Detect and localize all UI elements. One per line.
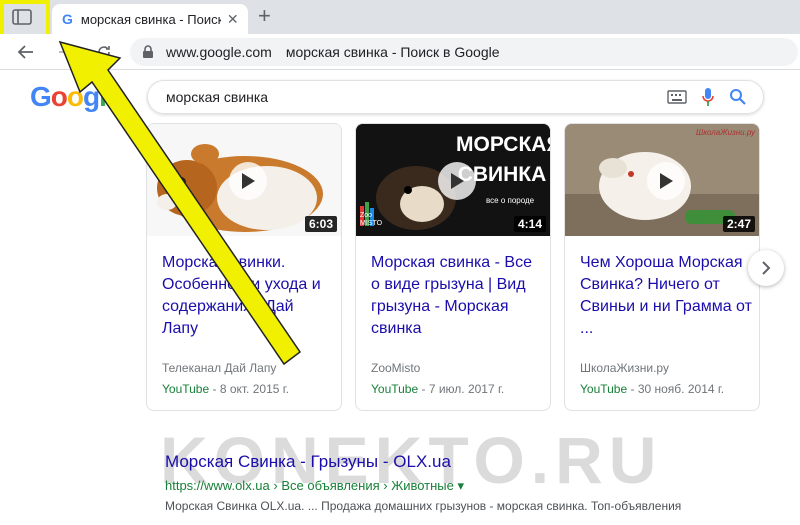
video-card[interactable]: МОРСКАЯ СВИНКА все о породе Zoo MISTO 4:… <box>355 123 551 411</box>
play-icon <box>660 173 673 189</box>
result-snippet: Морская Свинка OLX.ua. ... Продажа домаш… <box>165 499 682 513</box>
video-date: - 30 нояб. 2014 г. <box>627 382 725 396</box>
video-meta: YouTube - 7 июл. 2017 г. <box>371 382 504 396</box>
address-domain: www.google.com <box>166 44 272 60</box>
back-button[interactable] <box>14 40 38 64</box>
forward-button[interactable] <box>54 40 78 64</box>
play-button[interactable] <box>647 162 685 200</box>
video-channel: Телеканал Дай Лапу <box>162 361 277 375</box>
google-header: Google морская свинка <box>0 71 800 123</box>
video-thumbnail[interactable]: МОРСКАЯ СВИНКА все о породе Zoo MISTO 4:… <box>356 124 550 236</box>
logo-letter: o <box>66 81 84 112</box>
tab-bar: G морская свинка - Поиск в Google ✕ + <box>0 0 800 34</box>
play-button[interactable] <box>229 162 267 200</box>
logo-letter: o <box>50 81 68 112</box>
logo-letter: e <box>105 81 122 112</box>
reload-button[interactable] <box>92 40 116 64</box>
video-source: YouTube <box>371 382 419 396</box>
keyboard-icon[interactable] <box>667 90 687 104</box>
thumbnail-logo-text: Zoo MISTO <box>360 212 383 227</box>
forward-arrow-icon <box>59 45 75 59</box>
video-date: - 7 июл. 2017 г. <box>418 382 505 396</box>
address-page-title: морская свинка - Поиск в Google <box>285 44 500 60</box>
highlight-frame <box>0 0 50 38</box>
video-meta: YouTube - 8 окт. 2015 г. <box>162 382 289 396</box>
video-channel: ШколаЖизни.ру <box>580 361 669 375</box>
video-source: YouTube <box>580 382 628 396</box>
search-input[interactable]: морская свинка <box>166 89 667 105</box>
logo-letter: l <box>99 81 107 112</box>
video-title-link[interactable]: Морская свинки. Особенности ухода и соде… <box>162 252 334 340</box>
tab-title: морская свинка - Поиск в Google <box>80 11 221 27</box>
video-card[interactable]: ШколаЖизни.ру 2:47 Чем Хороша Морская Св… <box>564 123 760 411</box>
chevron-right-icon <box>762 261 771 275</box>
video-date: - 8 окт. 2015 г. <box>209 382 289 396</box>
logo-letter: G <box>30 81 52 112</box>
video-title-link[interactable]: Чем Хороша Морская Свинка? Ничего от Сви… <box>580 252 752 340</box>
microphone-icon[interactable] <box>701 87 715 107</box>
search-result: Морская Свинка - Грызуны - OLX.ua https:… <box>165 452 785 514</box>
carousel-next-button[interactable] <box>748 250 784 286</box>
back-arrow-icon <box>17 45 33 59</box>
address-bar[interactable]: www.google.com морская свинка - Поиск в … <box>130 38 798 66</box>
google-favicon-icon: G <box>62 11 73 27</box>
video-duration: 6:03 <box>304 216 337 232</box>
tab-close-icon[interactable]: ✕ <box>227 11 239 28</box>
video-title-link[interactable]: Морская свинка - Все о виде грызуна | Ви… <box>371 252 543 340</box>
active-tab[interactable]: G морская свинка - Поиск в Google ✕ <box>52 4 248 34</box>
result-url[interactable]: https://www.olx.ua › Все объявления › Жи… <box>165 478 785 494</box>
video-duration: 4:14 <box>513 216 546 232</box>
video-duration: 2:47 <box>722 216 755 232</box>
logo-letter: g <box>83 81 100 112</box>
video-card[interactable]: 6:03 Морская свинки. Особенности ухода и… <box>146 123 342 411</box>
reload-icon <box>98 46 110 58</box>
thumbnail-watermark-logo: ШколаЖизни.ру <box>695 128 755 137</box>
video-channel: ZooMisto <box>371 361 421 375</box>
play-button[interactable] <box>438 162 476 200</box>
google-logo[interactable]: Google <box>30 81 122 113</box>
play-icon <box>451 173 464 189</box>
play-icon <box>242 173 255 189</box>
video-source: YouTube <box>162 382 210 396</box>
thumbnail-overlay-subtitle: все о породе <box>486 196 535 205</box>
result-title-link[interactable]: Морская Свинка - Грызуны - OLX.ua <box>165 452 785 472</box>
video-thumbnail[interactable]: 6:03 <box>147 124 341 236</box>
new-tab-button[interactable]: + <box>258 5 271 27</box>
search-icon[interactable] <box>729 88 747 106</box>
browser-toolbar: www.google.com морская свинка - Поиск в … <box>0 34 800 70</box>
video-meta: YouTube - 30 нояб. 2014 г. <box>580 382 724 396</box>
search-box[interactable]: морская свинка <box>147 80 764 114</box>
video-thumbnail[interactable]: ШколаЖизни.ру 2:47 <box>565 124 759 236</box>
lock-icon <box>143 45 153 58</box>
